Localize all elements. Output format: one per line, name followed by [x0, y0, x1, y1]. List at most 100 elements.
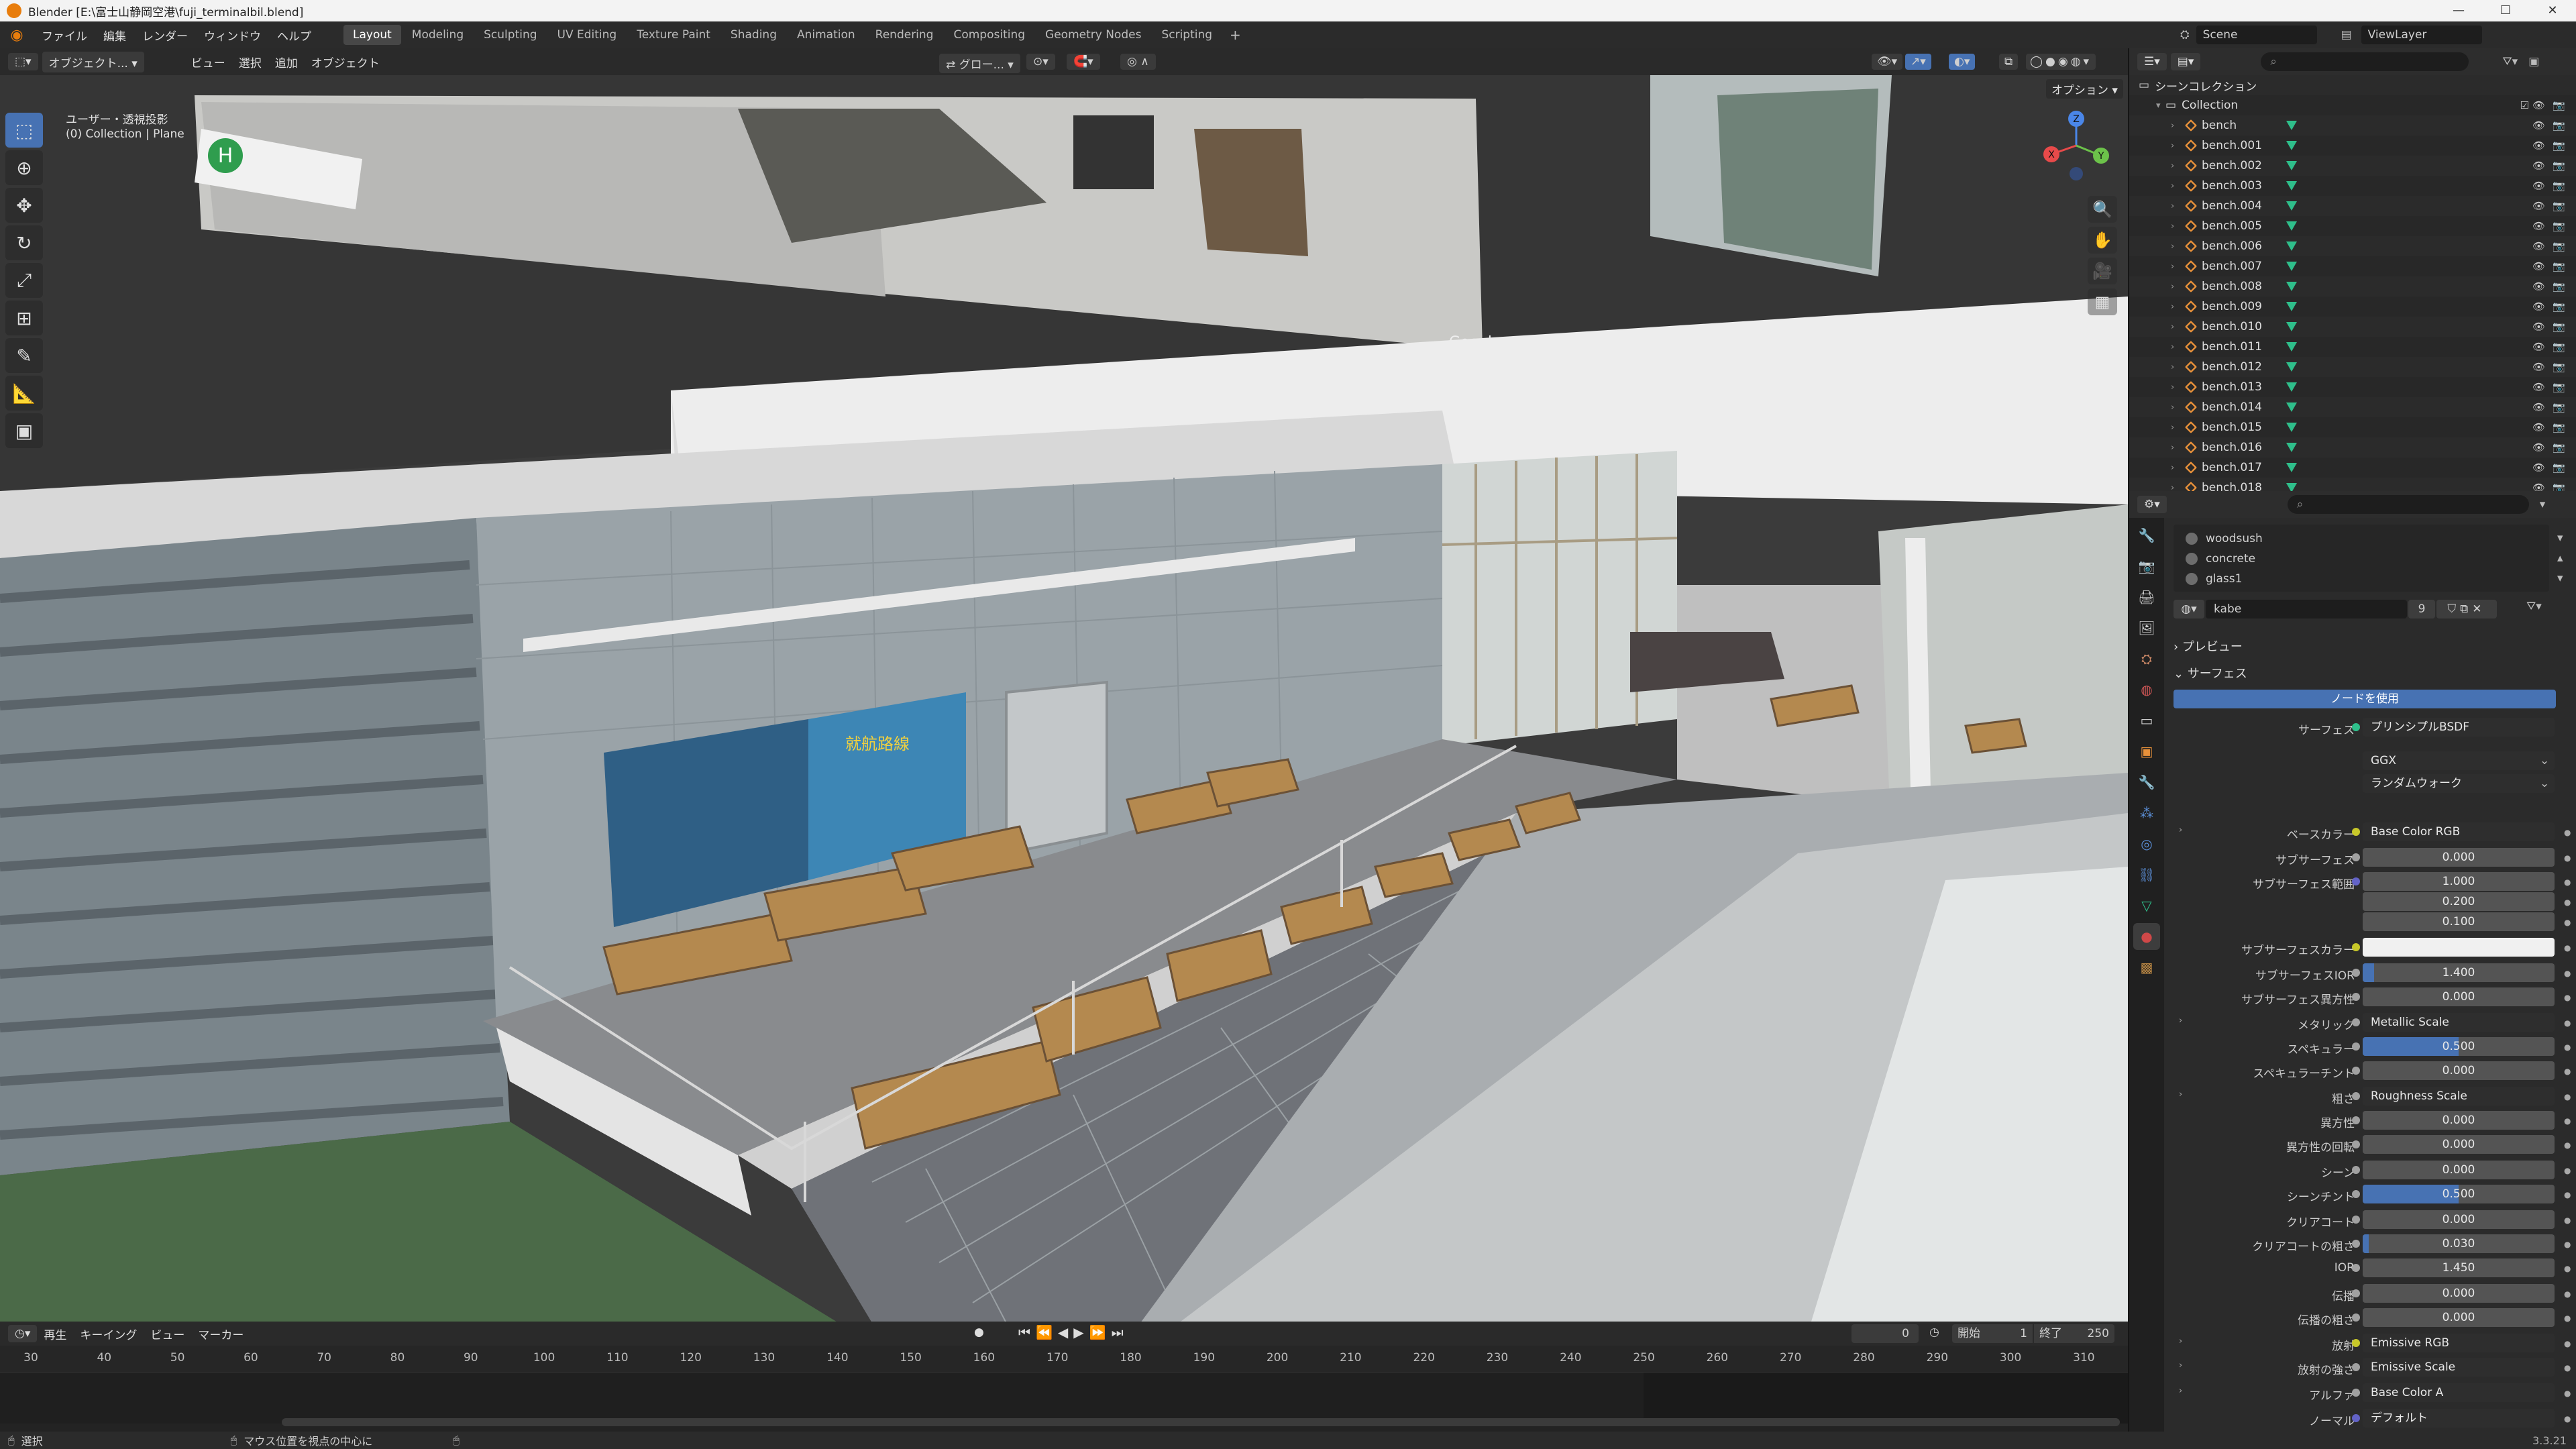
collection-expand-icon[interactable]: ▾ [2156, 101, 2165, 111]
visibility-eye-icon[interactable]: 👁 [2532, 140, 2545, 152]
visibility-eye-icon[interactable]: 👁 [2532, 321, 2545, 333]
render-camera-icon[interactable]: 📷 [2553, 441, 2565, 453]
keyframe-dot-icon[interactable]: ● [2564, 853, 2571, 863]
gizmo-toggle-button[interactable]: ↗▾ [1905, 54, 1931, 70]
render-camera-icon[interactable]: 📷 [2553, 119, 2565, 131]
input-value-field[interactable]: Emissive Scale [2363, 1358, 2555, 1377]
particles-tab-icon[interactable]: ⁂ [2133, 800, 2160, 826]
visibility-eye-icon[interactable]: 👁 [2532, 260, 2545, 272]
end-frame-field[interactable]: 終了 250 [2034, 1324, 2114, 1343]
expand-icon[interactable]: › [2171, 141, 2180, 151]
expand-arrow-icon[interactable]: › [2179, 1016, 2182, 1026]
keyframe-dot-icon[interactable]: ● [2564, 1389, 2571, 1398]
outliner-object-row[interactable]: › bench.003 👁 📷 [2129, 176, 2576, 196]
material-slot-glass1[interactable]: glass1 [2174, 569, 2549, 589]
keyframe-dot-icon[interactable]: ● [2564, 943, 2571, 953]
expand-icon[interactable]: › [2171, 262, 2180, 272]
object-tab-icon[interactable]: ▣ [2133, 738, 2160, 765]
close-button[interactable]: ✕ [2529, 0, 2576, 21]
mesh-data-icon[interactable] [2286, 342, 2297, 352]
menu-file[interactable]: ファイル [34, 27, 95, 44]
scale-tool[interactable]: ⤢ [5, 263, 43, 298]
socket-icon[interactable] [2352, 1190, 2360, 1198]
annotate-tool[interactable]: ✎ [5, 338, 43, 373]
keyframe-dot-icon[interactable]: ● [2564, 918, 2571, 927]
distribution-dropdown[interactable]: GGX [2363, 751, 2555, 770]
keyframe-dot-icon[interactable]: ● [2564, 1339, 2571, 1348]
socket-icon[interactable] [2352, 1264, 2360, 1272]
expand-icon[interactable]: › [2171, 423, 2180, 433]
mesh-data-icon[interactable] [2286, 201, 2297, 211]
use-nodes-button[interactable]: ノードを使用 [2174, 690, 2556, 708]
display-mode-button[interactable]: ▤▾ [2170, 53, 2201, 70]
outliner-object-row[interactable]: › bench 👁 📷 [2129, 115, 2576, 136]
collection-tab-icon[interactable]: ▭ [2133, 707, 2160, 734]
mesh-data-icon[interactable] [2286, 382, 2297, 392]
tab-shading[interactable]: Shading [721, 25, 786, 45]
outliner-object-row[interactable]: › bench.007 👁 📷 [2129, 256, 2576, 276]
tab-rendering[interactable]: Rendering [866, 25, 943, 45]
input-value-field[interactable]: デフォルト [2363, 1409, 2555, 1428]
slot-menu-icon[interactable]: ▾ [2557, 531, 2563, 545]
keyframe-dot-icon[interactable]: ● [2564, 1140, 2571, 1150]
world-tab-icon[interactable]: ◍ [2133, 676, 2160, 703]
keyframe-dot-icon[interactable]: ● [2564, 1042, 2571, 1052]
keyframe-dot-icon[interactable]: ● [2564, 1190, 2571, 1199]
subsurface-method-dropdown[interactable]: ランダムウォーク [2363, 774, 2555, 793]
move-tool[interactable]: ✥ [5, 188, 43, 223]
visibility-eye-icon[interactable]: 👁 [2532, 280, 2545, 292]
shading-mode-buttons[interactable]: ◯●◉◍▾ [2026, 54, 2096, 70]
render-tab-icon[interactable]: 📷 [2133, 553, 2160, 580]
expand-arrow-icon[interactable]: › [2179, 1386, 2182, 1396]
outliner-object-row[interactable]: › bench.010 👁 📷 [2129, 317, 2576, 337]
socket-icon[interactable] [2352, 1067, 2360, 1075]
input-value-field[interactable]: 0.000 [2363, 1061, 2555, 1080]
shader-socket-icon[interactable] [2352, 723, 2360, 731]
outliner-object-row[interactable]: › bench.005 👁 📷 [2129, 216, 2576, 236]
keyframe-dot-icon[interactable]: ● [2564, 1166, 2571, 1175]
expand-icon[interactable]: › [2171, 322, 2180, 332]
mesh-data-icon[interactable] [2286, 161, 2297, 170]
material-name-field[interactable]: kabe [2206, 600, 2407, 619]
visibility-eye-icon[interactable]: 👁 [2532, 180, 2545, 192]
mesh-data-icon[interactable] [2286, 121, 2297, 130]
render-camera-icon[interactable]: 📷 [2553, 220, 2565, 232]
outliner-object-row[interactable]: › bench.016 👁 📷 [2129, 437, 2576, 458]
menu-render[interactable]: レンダー [134, 27, 196, 44]
mesh-data-icon[interactable] [2286, 362, 2297, 372]
view-layer-tab-icon[interactable]: 🖼 [2133, 614, 2160, 641]
input-value-field[interactable]: Emissive RGB [2363, 1334, 2555, 1352]
rotate-tool[interactable]: ↻ [5, 225, 43, 260]
input-value-field[interactable]: 0.000 [2363, 848, 2555, 867]
expand-icon[interactable]: › [2171, 282, 2180, 292]
tab-modeling[interactable]: Modeling [402, 25, 473, 45]
render-camera-icon[interactable]: 📷 [2553, 240, 2565, 252]
visibility-eye-icon[interactable]: 👁 [2532, 381, 2545, 393]
texture-tab-icon[interactable]: ▩ [2133, 954, 2160, 981]
input-value-field[interactable]: 1.400 [2363, 963, 2555, 982]
material-user-count[interactable]: 9 [2408, 600, 2435, 619]
camera-view-icon[interactable]: 🎥 [2088, 258, 2117, 284]
expand-icon[interactable]: › [2171, 382, 2180, 392]
maximize-button[interactable]: ☐ [2482, 0, 2529, 21]
material-tab-icon[interactable]: ● [2133, 923, 2160, 950]
mesh-data-icon[interactable] [2286, 282, 2297, 291]
menu-help[interactable]: ヘルプ [269, 27, 319, 44]
collection-row[interactable]: ▾ ▭ Collection ☑ 👁 📷 [2129, 95, 2576, 115]
proportional-edit-button[interactable]: ◎ ∧ [1120, 54, 1156, 70]
mode-selector[interactable]: オブジェクト... ▾ [42, 51, 144, 72]
collection-render-camera-icon[interactable]: 📷 [2553, 99, 2565, 111]
socket-icon[interactable] [2352, 1042, 2360, 1051]
visibility-button[interactable]: 👁▾ [1872, 54, 1903, 70]
input-value-field[interactable]: 0.000 [2363, 1111, 2555, 1130]
mesh-data-icon[interactable] [2286, 423, 2297, 432]
playback-controls[interactable]: ⏮⏪◀▶⏩⏭ [1018, 1324, 1129, 1340]
render-camera-icon[interactable]: 📷 [2553, 301, 2565, 313]
outliner-object-row[interactable]: › bench.012 👁 📷 [2129, 357, 2576, 377]
outliner-object-row[interactable]: › bench.011 👁 📷 [2129, 337, 2576, 357]
menu-view[interactable]: ビュー [184, 54, 232, 70]
transform-orientation[interactable]: ⇄ グロー... ▾ [939, 54, 1020, 73]
keyframe-dot-icon[interactable]: ● [2564, 1116, 2571, 1126]
overlay-toggle-button[interactable]: ◐▾ [1949, 54, 1976, 70]
socket-icon[interactable] [2352, 1116, 2360, 1124]
